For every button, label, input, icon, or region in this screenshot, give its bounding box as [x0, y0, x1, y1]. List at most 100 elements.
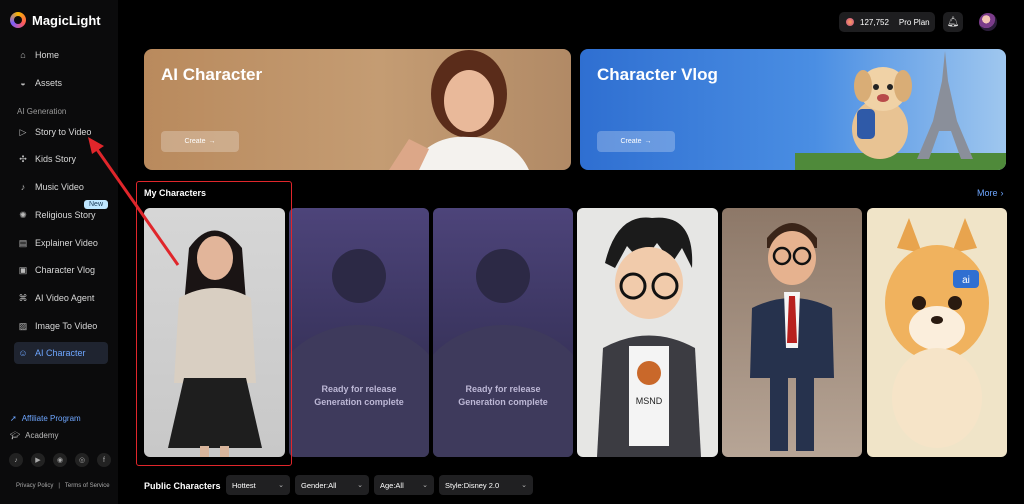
banner-title: AI Character	[161, 65, 263, 84]
more-label: More	[977, 188, 998, 198]
shiba-dog-character-image: ai	[885, 218, 989, 448]
shirt-text: MSND	[636, 396, 663, 406]
sidebar-item-ai-character[interactable]: ☺ AI Character	[14, 342, 108, 364]
character-card-pending[interactable]: Ready for release Generation complete	[289, 208, 429, 457]
facebook-icon[interactable]: f	[97, 453, 111, 467]
glasses-boy-character-image: MSND	[597, 217, 701, 457]
social-links: ♪ ▶ ◉ ◎ f	[9, 453, 111, 467]
sidebar-item-label: Home	[35, 50, 60, 60]
sidebar-item-label: Story to Video	[35, 127, 92, 137]
placeholder-circle	[332, 249, 386, 303]
arrow-right-icon: →	[208, 138, 216, 145]
sidebar-item-label: Image To Video	[35, 321, 98, 331]
sidebar-item-label: Music Video	[35, 182, 84, 192]
coin-icon	[846, 18, 854, 26]
create-label: Create	[620, 138, 642, 145]
sidebar-item-label: Assets	[35, 78, 63, 88]
sidebar-item-ai-video-agent[interactable]: ⌘ AI Video Agent	[14, 287, 108, 309]
sidebar-item-label: AI Character	[35, 348, 86, 358]
public-characters-heading: Public Characters	[144, 481, 221, 491]
chevron-down-icon: ⌄	[422, 482, 428, 489]
filter-label: Age:All	[380, 480, 404, 490]
sidebar-item-label: Kids Story	[35, 154, 77, 164]
affiliate-label: Affiliate Program	[21, 414, 81, 423]
new-badge: New	[84, 200, 109, 209]
filter-style-dropdown[interactable]: Style:Disney 2.0 ⌄	[439, 475, 533, 495]
plan-label: Pro Plan	[898, 17, 930, 27]
logo-icon	[10, 12, 26, 28]
academy-label: Academy	[25, 431, 59, 440]
sidebar-item-label: Character Vlog	[35, 265, 96, 275]
banner-title: Character Vlog	[597, 65, 718, 84]
ai-badge-text: ai	[962, 275, 970, 286]
sidebar-item-character-vlog[interactable]: ▣ Character Vlog	[14, 259, 108, 281]
filter-label: Gender:All	[301, 480, 337, 490]
filter-label: Hottest	[232, 480, 256, 490]
image-icon: ▨	[18, 320, 28, 331]
create-label: Create	[184, 138, 206, 145]
puppy-image	[852, 67, 912, 159]
sidebar-item-label: AI Video Agent	[35, 293, 95, 303]
sidebar-item-explainer-video[interactable]: ▤ Explainer Video	[14, 232, 108, 254]
filter-age-dropdown[interactable]: Age:All ⌄	[374, 475, 434, 495]
agent-icon: ⌘	[18, 292, 28, 303]
character-card-businessman[interactable]	[722, 208, 862, 457]
play-icon: ▷	[19, 126, 27, 137]
sun-icon: ✺	[19, 209, 27, 220]
placeholder-circle	[476, 249, 530, 303]
privacy-policy-link[interactable]: Privacy Policy	[16, 483, 53, 489]
affiliate-program-link[interactable]: ➚ Affiliate Program	[10, 414, 81, 423]
puzzle-icon: ✣	[19, 153, 27, 164]
filter-gender-dropdown[interactable]: Gender:All ⌄	[295, 475, 369, 495]
sidebar-item-image-to-video[interactable]: ▨ Image To Video	[14, 315, 108, 337]
terms-of-service-link[interactable]: Terms of Service	[65, 483, 110, 489]
sidebar-item-music-video[interactable]: ♪ Music Video	[14, 176, 108, 198]
character-card-glasses-boy[interactable]: MSND	[577, 208, 718, 457]
create-ai-character-button[interactable]: Create →	[161, 131, 239, 152]
sidebar-item-kids-story[interactable]: ✣ Kids Story	[14, 148, 108, 170]
chevron-down-icon: ⌄	[278, 482, 284, 489]
banner-character-vlog[interactable]: Character Vlog Create →	[580, 49, 1006, 170]
woman-portrait-image	[389, 50, 529, 170]
credits-value: 127,752	[860, 17, 889, 27]
footer-separator: |	[58, 483, 60, 489]
academy-icon: 🎓︎	[10, 431, 21, 440]
academy-link[interactable]: 🎓︎ Academy	[10, 431, 59, 440]
instagram-icon[interactable]: ◎	[75, 453, 89, 467]
character-card-pending[interactable]: Ready for release Generation complete	[433, 208, 573, 457]
pending-status-line1: Ready for release	[321, 384, 397, 394]
credits-badge[interactable]: 127,752 Pro Plan	[839, 12, 935, 32]
section-label-ai-generation: AI Generation	[17, 107, 67, 116]
chevron-down-icon: ⌄	[357, 482, 363, 489]
filter-sort-dropdown[interactable]: Hottest ⌄	[226, 475, 290, 495]
chevron-down-icon: ⌄	[521, 482, 527, 489]
tiktok-icon[interactable]: ♪	[9, 453, 23, 467]
app-logo[interactable]: MagicLight	[10, 12, 101, 28]
pending-status-line1: Ready for release	[465, 384, 541, 394]
home-icon: ⌂	[20, 50, 26, 60]
affiliate-icon: ➚	[10, 414, 17, 423]
arrow-right-icon: →	[644, 138, 652, 145]
sidebar-item-story-to-video[interactable]: ▷ Story to Video	[14, 121, 108, 143]
banner-ai-character[interactable]: AI Character Create →	[144, 49, 571, 170]
pending-status-line2: Generation complete	[314, 397, 404, 407]
sidebar-item-label: Religious Story	[35, 210, 96, 220]
assets-icon: ◒	[20, 78, 26, 88]
explainer-icon: ▤	[18, 237, 28, 248]
sidebar-item-assets[interactable]: ◒ Assets	[14, 72, 108, 94]
discord-icon[interactable]: ◉	[53, 453, 67, 467]
character-card-shiba-dog[interactable]: ai	[867, 208, 1007, 457]
youtube-icon[interactable]: ▶	[31, 453, 45, 467]
filter-label: Style:Disney 2.0	[445, 480, 500, 490]
selection-highlight	[136, 181, 292, 466]
sidebar-item-home[interactable]: ⌂ Home	[14, 44, 108, 66]
create-character-vlog-button[interactable]: Create →	[597, 131, 675, 152]
businessman-character-image	[750, 223, 834, 451]
vlog-icon: ▣	[18, 264, 28, 275]
notification-bell-icon[interactable]: 🔔︎	[943, 12, 963, 32]
avatar[interactable]	[979, 13, 997, 31]
footer-links: Privacy Policy | Terms of Service	[16, 483, 110, 489]
more-link[interactable]: More ›	[977, 188, 1004, 198]
chevron-right-icon: ›	[1000, 188, 1004, 198]
sidebar: MagicLight ⌂ Home ◒ Assets AI Generation…	[0, 0, 118, 504]
